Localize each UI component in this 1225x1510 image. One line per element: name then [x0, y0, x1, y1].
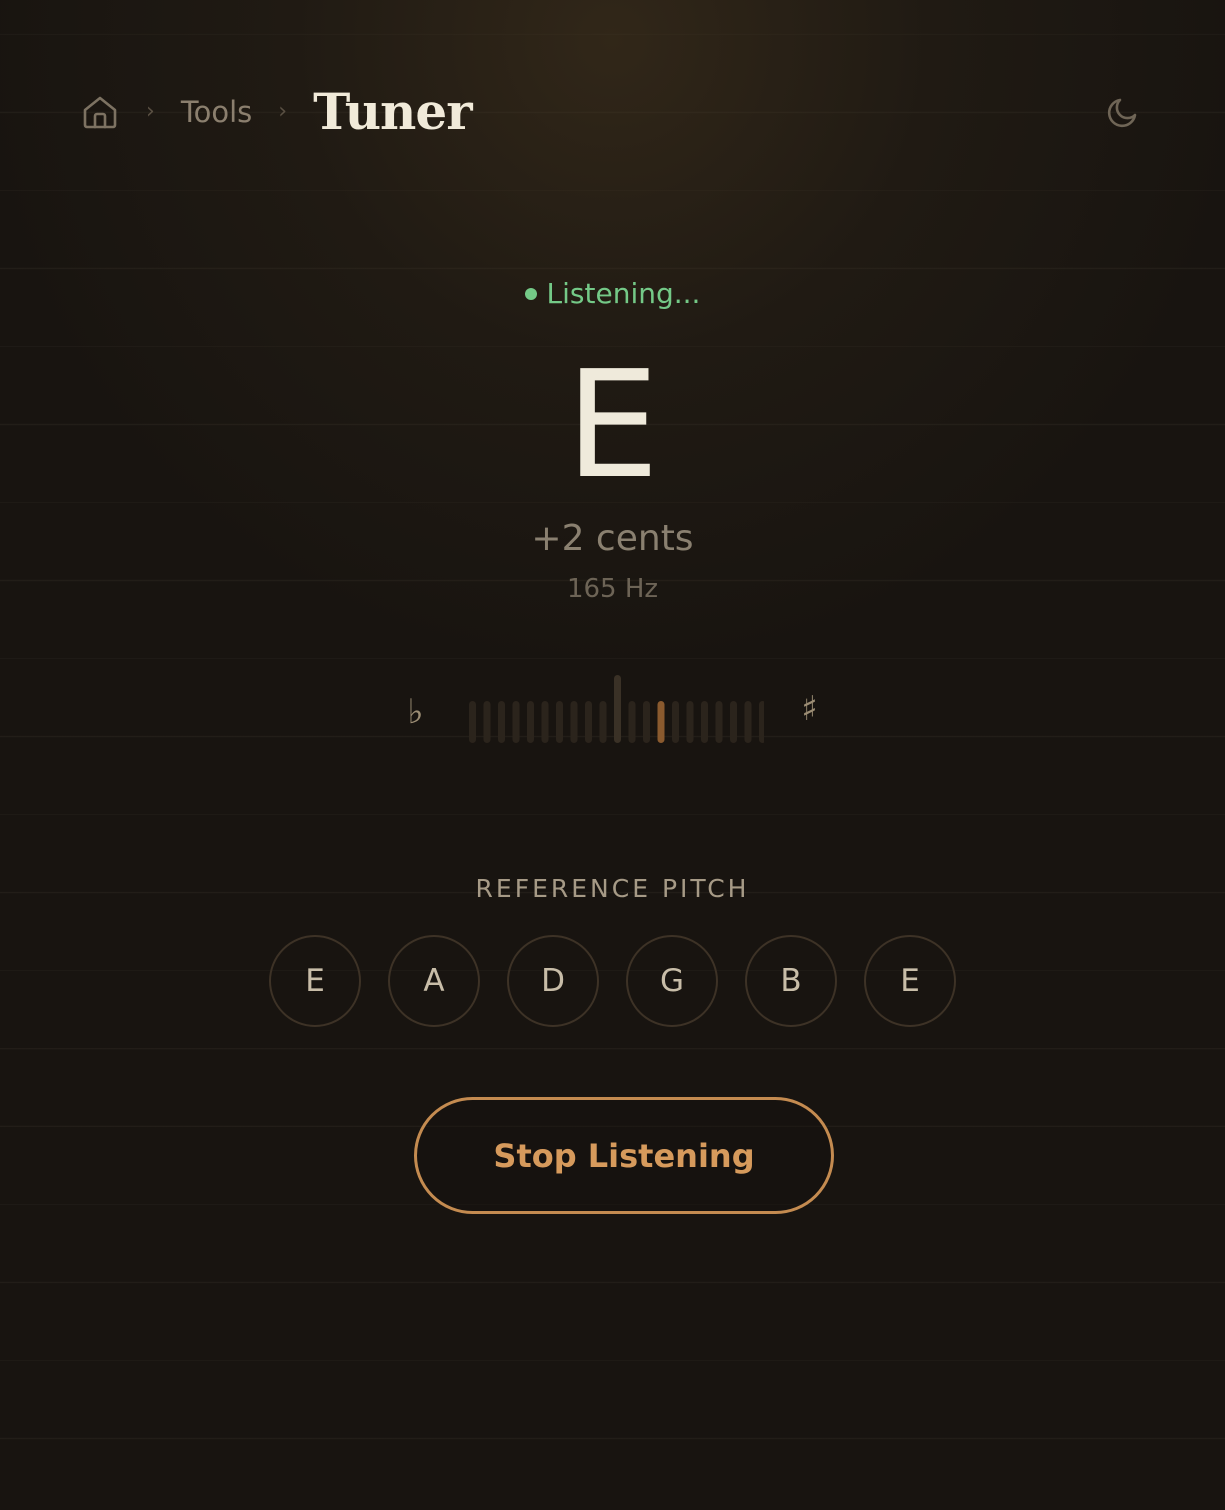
meter-tick [729, 701, 737, 743]
home-icon[interactable] [80, 92, 120, 132]
string-button-4[interactable]: G [626, 935, 718, 1027]
meter-tick [642, 701, 650, 743]
flat-icon: ♭ [407, 692, 424, 732]
breadcrumb-separator: › [146, 99, 155, 124]
meter-tick [700, 701, 708, 743]
string-button-2[interactable]: A [388, 935, 480, 1027]
meter-tick [671, 701, 679, 743]
string-button-1[interactable]: E [269, 935, 361, 1027]
moon-icon[interactable] [1101, 90, 1145, 134]
meter-tick [599, 701, 606, 743]
meter-bars [468, 675, 764, 743]
meter-tick [526, 701, 534, 743]
string-button-3[interactable]: D [507, 935, 599, 1027]
meter-tick [468, 701, 476, 743]
meter-tick [541, 701, 548, 743]
meter-tick [497, 701, 505, 743]
header: › Tools › Tuner [80, 70, 1145, 154]
stop-listening-button[interactable]: Stop Listening [414, 1097, 834, 1214]
meter-tick [715, 701, 722, 743]
meter-tick-center [613, 675, 621, 743]
meter-tick [744, 701, 751, 743]
meter-tick [584, 701, 592, 743]
meter-tick-active [657, 701, 664, 743]
detected-note: E [565, 339, 660, 511]
listening-status: Listening... [0, 277, 1225, 310]
reference-string-buttons: EADGBE [0, 935, 1225, 1027]
cents-offset: +2 cents [531, 518, 694, 559]
tuner-app: › Tools › Tuner Listening... E +2 cents … [0, 0, 1225, 1510]
meter-tick [758, 701, 764, 743]
meter-tick [686, 701, 693, 743]
tuning-meter: ♭ ♯ [0, 670, 1225, 750]
meter-tick [555, 701, 563, 743]
breadcrumb-tools-link[interactable]: Tools [181, 95, 252, 129]
reference-pitch-label: REFERENCE PITCH [475, 874, 750, 903]
breadcrumb-separator: › [278, 99, 288, 124]
meter-tick [483, 701, 490, 743]
sharp-icon: ♯ [801, 689, 818, 729]
string-button-5[interactable]: B [745, 935, 837, 1027]
meter-tick [570, 701, 577, 743]
meter-tick [628, 701, 635, 743]
frequency-readout: 165 Hz [566, 574, 659, 604]
string-button-6[interactable]: E [864, 935, 956, 1027]
status-text: Listening... [546, 277, 701, 310]
status-dot-icon [524, 287, 537, 300]
page-title: Tuner [313, 82, 472, 141]
meter-tick [512, 701, 519, 743]
